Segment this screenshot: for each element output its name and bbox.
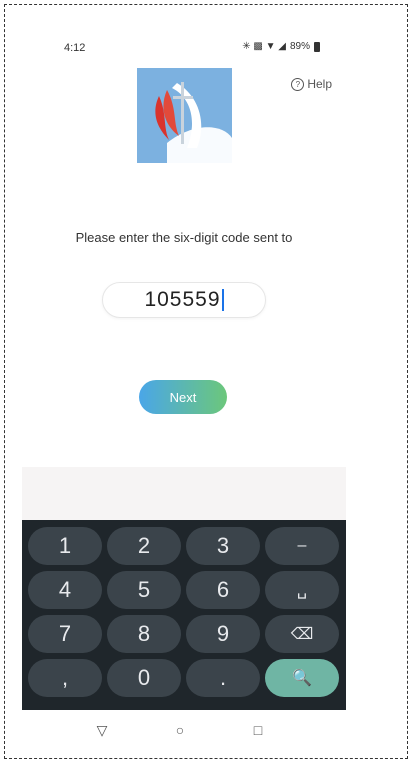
church-logo (137, 68, 232, 163)
key-1[interactable]: 1 (28, 527, 102, 565)
battery-percent: 89% (289, 41, 310, 52)
key-0[interactable]: 0 (107, 659, 181, 697)
key-9[interactable]: 9 (186, 615, 260, 653)
key-8[interactable]: 8 (107, 615, 181, 653)
recents-icon[interactable]: □ (248, 720, 268, 740)
code-value: 105559 (144, 288, 221, 311)
space-key[interactable]: ␣ (265, 571, 339, 609)
key-6[interactable]: 6 (186, 571, 260, 609)
help-icon: ? (291, 77, 305, 91)
instruction-text: Please enter the six-digit code sent to (75, 230, 293, 245)
key-3[interactable]: 3 (186, 527, 260, 565)
status-icons: ✳ ▩ ▼ ◢ 89% (242, 41, 320, 52)
next-button[interactable]: Next (139, 380, 227, 414)
text-caret (221, 289, 224, 311)
back-icon[interactable]: ▽ (92, 720, 112, 740)
status-bar: 4:12 ✳ ▩ ▼ ◢ 89% (22, 30, 346, 60)
status-time: 4:12 (64, 42, 86, 54)
key-2[interactable]: 2 (107, 527, 181, 565)
logo-graphic (137, 68, 232, 163)
battery-icon (314, 41, 320, 52)
home-icon[interactable]: ○ (170, 720, 190, 740)
search-icon[interactable]: 🔍 (265, 659, 339, 697)
android-nav-bar: ▽ ○ □ (22, 710, 346, 750)
code-input[interactable]: 105559 (102, 282, 266, 318)
key-7[interactable]: 7 (28, 615, 102, 653)
help-link[interactable]: ? Help (291, 77, 332, 91)
keyboard-suggestion-bar (22, 467, 346, 520)
backspace-icon[interactable]: ⌫ (265, 615, 339, 653)
key-5[interactable]: 5 (107, 571, 181, 609)
numeric-keyboard: 1 2 3 – 4 5 6 ␣ 7 8 9 ⌫ , 0 . 🔍 (22, 520, 346, 710)
key-period[interactable]: . (186, 659, 260, 697)
key-4[interactable]: 4 (28, 571, 102, 609)
key-comma[interactable]: , (28, 659, 102, 697)
help-label: Help (307, 77, 332, 91)
signal-icons: ✳ ▩ ▼ ◢ (242, 41, 286, 52)
phone-screen: 4:12 ✳ ▩ ▼ ◢ 89% ? Help Please enter the… (22, 30, 346, 750)
key-dash[interactable]: – (265, 527, 339, 565)
